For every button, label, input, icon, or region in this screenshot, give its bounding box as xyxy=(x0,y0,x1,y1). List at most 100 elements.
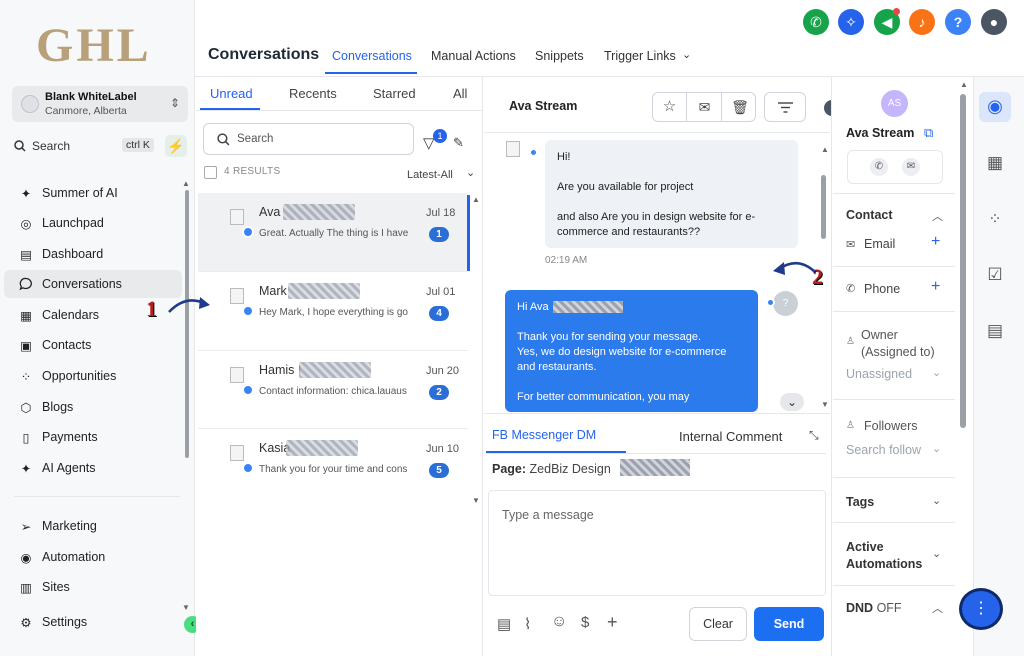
nav-automation[interactable]: ◉ Automation xyxy=(4,543,182,571)
filter-lines-icon[interactable] xyxy=(764,92,806,122)
list-item[interactable]: Kasia Thank you for your time and cons J… xyxy=(198,429,468,507)
opportunities-icon[interactable]: ⁘ xyxy=(984,209,1006,231)
message-text: Yes, we do design website for e-commerce… xyxy=(517,346,727,373)
section-contact-heading[interactable]: Contact xyxy=(846,208,893,222)
trash-icon[interactable]: 🗑 xyxy=(723,93,757,121)
star-icon[interactable]: ☆ xyxy=(653,93,687,121)
scroll-up-icon[interactable]: ▲ xyxy=(960,80,968,89)
search-shortcut: ctrl K xyxy=(122,138,154,152)
notes-icon[interactable]: ▤ xyxy=(984,321,1006,343)
nav-settings[interactable]: ⚙ Settings xyxy=(4,608,182,636)
search-icon xyxy=(217,133,230,146)
contact-avatar-icon xyxy=(230,209,244,225)
help-icon[interactable]: ? xyxy=(945,9,971,35)
list-item[interactable]: Mark Hey Mark, I hope everything is go J… xyxy=(198,272,468,350)
sort-dropdown[interactable]: Latest-All xyxy=(407,169,453,181)
nav-summer-of-ai[interactable]: ✦ Summer of AI xyxy=(4,179,182,207)
attachment-icon[interactable]: ⌇ xyxy=(524,615,531,633)
list-item[interactable]: Hamis I Contact information: chica.lauau… xyxy=(198,351,468,429)
external-link-icon[interactable]: ⧉ xyxy=(924,125,933,141)
task-check-icon[interactable]: ☑ xyxy=(984,265,1006,287)
tab-trigger-links[interactable]: Trigger Links xyxy=(604,49,676,63)
tab-internal-comment[interactable]: Internal Comment xyxy=(679,429,782,444)
user-circle-icon[interactable]: ◉ xyxy=(984,96,1006,118)
mail-icon[interactable]: ✉ xyxy=(902,158,920,176)
scroll-up-icon[interactable]: ▲ xyxy=(821,145,829,154)
chevron-up-icon[interactable]: ︿ xyxy=(932,208,943,224)
scroll-down-icon[interactable]: ▼ xyxy=(821,400,829,409)
section-tags-heading[interactable]: Tags xyxy=(846,495,874,509)
add-phone-icon[interactable]: + xyxy=(931,278,940,296)
sites-icon: ▥ xyxy=(20,580,32,595)
magic-icon[interactable]: ✧ xyxy=(838,9,864,35)
nav-divider xyxy=(14,496,180,497)
automation-icon: ◉ xyxy=(20,550,32,565)
plus-icon[interactable]: + xyxy=(607,612,618,633)
scroll-up-icon[interactable]: ▲ xyxy=(472,195,480,204)
section-dnd-heading[interactable]: DND OFF xyxy=(846,601,902,615)
search-icon xyxy=(14,140,26,152)
nav-marketing[interactable]: ➢ Marketing xyxy=(4,512,182,540)
nav-dashboard[interactable]: ▤ Dashboard xyxy=(4,240,182,268)
nav-label: AI Agents xyxy=(42,461,96,475)
compose-icon[interactable]: ✎ xyxy=(453,135,464,151)
quick-action-bolt-icon[interactable]: ⚡ xyxy=(165,135,187,157)
list-tab-unread[interactable]: Unread xyxy=(210,86,253,101)
nav-ai-agents[interactable]: ✦ AI Agents xyxy=(4,454,182,482)
nav-payments[interactable]: ▯ Payments xyxy=(4,423,182,451)
tab-snippets[interactable]: Snippets xyxy=(535,49,584,63)
sidebar-scrollbar[interactable] xyxy=(185,190,189,458)
phone-icon[interactable]: ✆ xyxy=(870,158,888,176)
sidebar-search[interactable]: Search ctrl K xyxy=(12,135,158,157)
list-tab-starred[interactable]: Starred xyxy=(373,86,416,101)
scroll-down-icon[interactable]: ▼ xyxy=(472,496,480,505)
nav-conversations[interactable]: Conversations xyxy=(4,270,182,298)
conversation-search-input[interactable]: Search xyxy=(203,123,414,155)
scroll-up-icon[interactable]: ▲ xyxy=(182,179,190,188)
chevron-down-icon[interactable]: ⌄ xyxy=(932,547,941,560)
message-input[interactable]: Type a message xyxy=(488,490,826,596)
mail-icon: ✉ xyxy=(846,239,856,251)
nav-contacts[interactable]: ▣ Contacts xyxy=(4,331,182,359)
dollar-icon[interactable]: $ xyxy=(581,614,589,631)
tab-conversations[interactable]: Conversations xyxy=(332,49,412,63)
scroll-down-icon[interactable]: ▼ xyxy=(182,603,190,612)
list-tab-all[interactable]: All xyxy=(453,86,467,101)
chat-scrollbar[interactable] xyxy=(821,175,826,239)
contact-avatar: AS xyxy=(881,90,908,117)
nav-blogs[interactable]: ⬡ Blogs xyxy=(4,393,182,421)
chevron-up-icon[interactable]: ︿ xyxy=(932,600,943,616)
nav-launchpad[interactable]: ◎ Launchpad xyxy=(4,209,182,237)
nav-sites[interactable]: ▥ Sites xyxy=(4,573,182,601)
messenger-icon xyxy=(529,148,538,157)
add-email-icon[interactable]: + xyxy=(931,233,940,251)
document-icon[interactable]: ▤ xyxy=(497,615,511,633)
phone-icon[interactable]: ✆ xyxy=(803,9,829,35)
contact-scrollbar[interactable] xyxy=(960,94,966,428)
chevron-down-icon[interactable]: ⌄ xyxy=(932,494,941,507)
page-selector[interactable]: Page: ZedBiz Design xyxy=(492,462,611,476)
section-divider xyxy=(833,522,955,523)
nav-opportunities[interactable]: ⁘ Opportunities xyxy=(4,362,182,390)
list-item[interactable]: Ava Great. Actually The thing is I have … xyxy=(198,193,468,271)
collapse-icon[interactable]: ⤡ xyxy=(809,428,819,443)
redacted-page xyxy=(620,459,690,476)
list-scrollbar[interactable] xyxy=(467,195,470,271)
support-chat-icon[interactable]: ⋮ xyxy=(959,588,1003,630)
user-avatar[interactable]: ● xyxy=(981,9,1007,35)
tab-fb-messenger[interactable]: FB Messenger DM xyxy=(492,428,596,442)
bell-icon[interactable]: ♪ xyxy=(909,9,935,35)
calendar-icon[interactable]: ▦ xyxy=(984,153,1006,175)
mail-open-icon[interactable]: ✉ xyxy=(688,93,722,121)
followers-search[interactable]: Search follow xyxy=(846,443,921,457)
emoji-icon[interactable]: ☺ xyxy=(551,613,567,631)
scroll-bottom-icon[interactable]: ⌄ xyxy=(780,393,804,411)
select-all-checkbox[interactable] xyxy=(204,166,217,179)
section-automations-heading[interactable]: Active Automations xyxy=(846,539,932,573)
tab-manual-actions[interactable]: Manual Actions xyxy=(431,49,516,63)
owner-select[interactable]: Unassigned xyxy=(846,367,912,381)
send-button[interactable]: Send xyxy=(754,607,824,641)
clear-button[interactable]: Clear xyxy=(689,607,747,641)
list-tab-recents[interactable]: Recents xyxy=(289,86,337,101)
account-switcher[interactable]: Blank WhiteLabel Canmore, Alberta ⇕ xyxy=(12,86,188,122)
